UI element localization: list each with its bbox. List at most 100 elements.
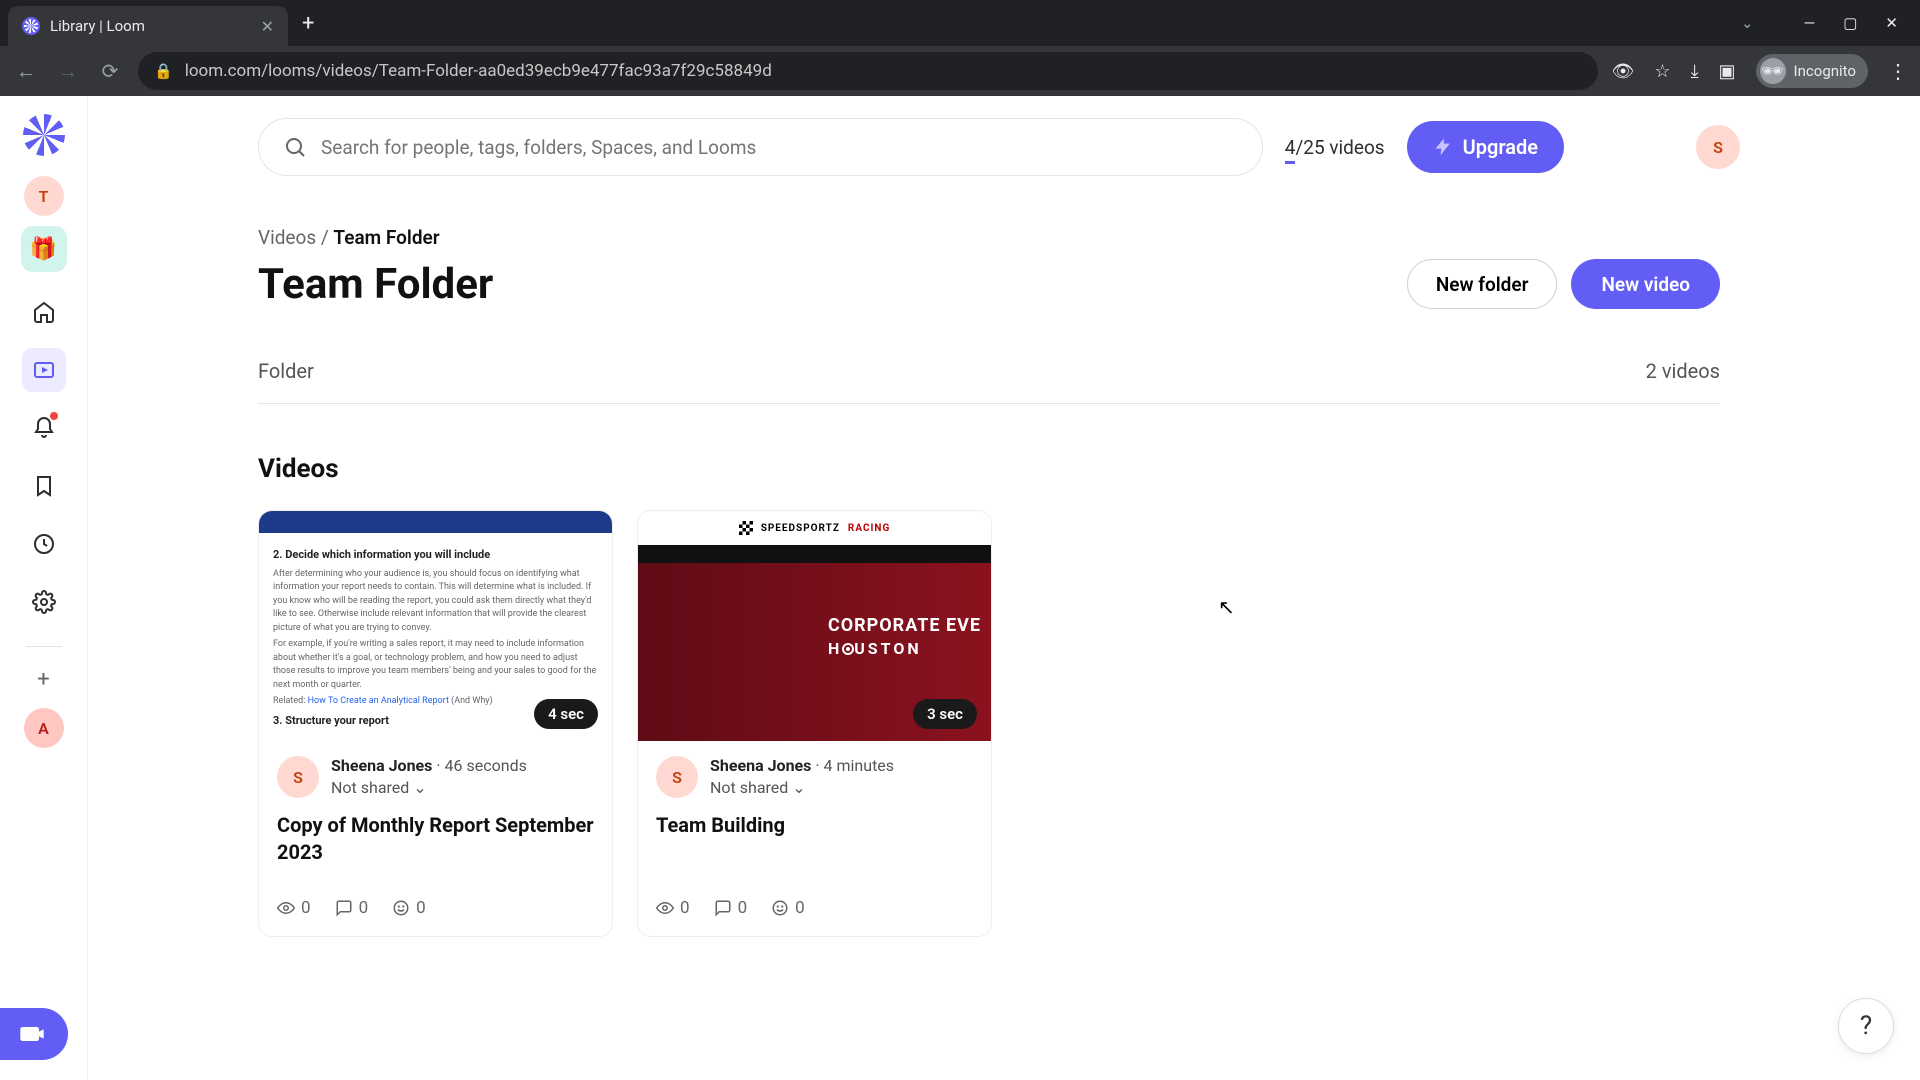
browser-tab[interactable]: Library | Loom ✕ <box>8 6 288 46</box>
tab-bar: Library | Loom ✕ + ⌄ ― ▢ ✕ <box>0 0 1920 46</box>
share-state-label: Not shared <box>331 777 409 799</box>
user-avatar[interactable]: S <box>1696 125 1740 169</box>
thumb-text: After determining who your audience is, … <box>273 568 598 636</box>
add-space-button[interactable]: + <box>37 667 49 692</box>
section-count: 2 videos <box>1646 359 1720 383</box>
comments-count: 0 <box>359 898 369 918</box>
tab-overflow-icon[interactable]: ⌄ <box>1741 14 1754 32</box>
thumb-text: 2. Decide which information you will inc… <box>273 547 598 564</box>
bolt-icon <box>1433 137 1453 157</box>
section-header: Folder 2 videos <box>258 359 1720 404</box>
share-state-dropdown[interactable]: Not shared ⌄ <box>331 777 427 799</box>
video-title[interactable]: Copy of Monthly Report September 2023 <box>277 812 594 868</box>
eye-icon <box>656 899 674 917</box>
reload-button[interactable]: ⟳ <box>96 59 124 83</box>
eye-off-icon[interactable]: 👁 <box>1612 61 1635 82</box>
browser-menu-button[interactable]: ⋮ <box>1888 59 1908 83</box>
chevron-down-icon: ⌄ <box>413 777 426 799</box>
author-meta: Sheena Jones · 46 seconds Not shared ⌄ <box>331 755 527 800</box>
quota-used: 4 <box>1285 136 1296 164</box>
incognito-label: Incognito <box>1794 62 1856 80</box>
settings-icon[interactable] <box>22 580 66 624</box>
reactions-count: 0 <box>795 898 805 918</box>
gift-icon[interactable]: 🎁 <box>21 226 67 272</box>
loom-logo-icon[interactable] <box>23 114 65 156</box>
video-stats: 0 0 0 <box>277 898 594 918</box>
time-ago: 46 seconds <box>445 756 527 775</box>
lock-icon: 🔒 <box>154 62 173 80</box>
space-avatar[interactable]: A <box>24 708 64 748</box>
tab-title: Library | Loom <box>50 17 251 35</box>
author-name: Sheena Jones <box>331 756 432 775</box>
author-row: S Sheena Jones · 4 minutes Not shared ⌄ <box>656 755 973 800</box>
history-icon[interactable] <box>22 522 66 566</box>
loom-favicon-icon <box>22 17 40 35</box>
share-state-label: Not shared <box>710 777 788 799</box>
section-label: Folder <box>258 359 314 383</box>
breadcrumb-sep: / <box>316 226 333 249</box>
meta-sep: · <box>811 756 823 775</box>
bookmark-star-icon[interactable]: ☆ <box>1654 61 1670 82</box>
thumb-decor <box>638 545 991 563</box>
thumb-text: SPEEDSPORTZ <box>761 523 840 534</box>
home-icon[interactable] <box>22 290 66 334</box>
comment-icon <box>714 899 732 917</box>
card-body: S Sheena Jones · 4 minutes Not shared ⌄ … <box>638 741 991 936</box>
views-stat: 0 <box>656 898 690 918</box>
breadcrumb-root[interactable]: Videos <box>258 226 316 249</box>
workspace-badge[interactable]: T <box>24 176 64 216</box>
url-field[interactable]: 🔒 loom.com/looms/videos/Team-Folder-aa0e… <box>138 52 1598 90</box>
incognito-badge[interactable]: 🕶 Incognito <box>1756 54 1868 88</box>
new-video-button[interactable]: New video <box>1571 259 1720 309</box>
close-tab-icon[interactable]: ✕ <box>261 17 274 36</box>
eye-icon <box>277 899 295 917</box>
video-quota[interactable]: 4/25 videos <box>1285 136 1385 159</box>
share-state-dropdown[interactable]: Not shared ⌄ <box>710 777 806 799</box>
extensions-icon[interactable]: ▣ <box>1719 61 1736 82</box>
minimize-button[interactable]: ― <box>1804 14 1816 32</box>
address-actions: 👁 ☆ ⤓ ▣ 🕶 Incognito ⋮ <box>1612 54 1908 88</box>
thumb-text: For example, if you're writing a sales r… <box>273 638 598 692</box>
thumb-decor <box>259 511 612 533</box>
author-avatar[interactable]: S <box>656 756 698 798</box>
library-icon[interactable] <box>22 348 66 392</box>
upgrade-button[interactable]: Upgrade <box>1407 121 1564 173</box>
window-controls: ⌄ ― ▢ ✕ <box>1741 14 1912 32</box>
video-thumbnail[interactable]: 2. Decide which information you will inc… <box>259 511 612 741</box>
app-root: T 🎁 + A <box>0 96 1920 1080</box>
search-input[interactable] <box>321 136 1238 159</box>
notifications-icon[interactable] <box>22 406 66 450</box>
video-card[interactable]: 2. Decide which information you will inc… <box>258 510 613 937</box>
thumb-text: RACING <box>848 523 890 534</box>
breadcrumb-current: Team Folder <box>333 226 439 249</box>
comments-count: 0 <box>738 898 748 918</box>
videos-heading: Videos <box>258 454 1720 484</box>
views-count: 0 <box>301 898 311 918</box>
video-thumbnail[interactable]: SPEEDSPORTZ RACING CORPORATE EVE HUSTON … <box>638 511 991 741</box>
new-tab-button[interactable]: + <box>302 11 314 36</box>
comments-stat: 0 <box>714 898 748 918</box>
record-button[interactable] <box>0 1008 68 1060</box>
smile-icon <box>771 899 789 917</box>
maximize-button[interactable]: ▢ <box>1843 14 1857 32</box>
search-icon <box>283 135 307 159</box>
video-card[interactable]: SPEEDSPORTZ RACING CORPORATE EVE HUSTON … <box>637 510 992 937</box>
back-button[interactable]: ← <box>12 59 40 84</box>
bookmarks-icon[interactable] <box>22 464 66 508</box>
thumb-text: CORPORATE EVE HUSTON <box>828 613 981 661</box>
downloads-icon[interactable]: ⤓ <box>1691 61 1699 82</box>
card-body: S Sheena Jones · 46 seconds Not shared ⌄… <box>259 741 612 936</box>
duration-badge: 4 sec <box>534 699 598 729</box>
forward-button[interactable]: → <box>54 59 82 84</box>
quota-total: /25 videos <box>1295 136 1384 159</box>
new-folder-button[interactable]: New folder <box>1407 259 1558 309</box>
reactions-stat: 0 <box>392 898 426 918</box>
help-button[interactable]: ? <box>1838 998 1894 1054</box>
search-box[interactable] <box>258 118 1263 176</box>
main-content: 4/25 videos Upgrade S Videos / Team Fold… <box>88 96 1920 1080</box>
incognito-icon: 🕶 <box>1760 58 1786 84</box>
close-window-button[interactable]: ✕ <box>1885 14 1898 32</box>
video-title[interactable]: Team Building <box>656 812 973 868</box>
browser-chrome: Library | Loom ✕ + ⌄ ― ▢ ✕ ← → ⟳ 🔒 loom.… <box>0 0 1920 96</box>
author-avatar[interactable]: S <box>277 756 319 798</box>
